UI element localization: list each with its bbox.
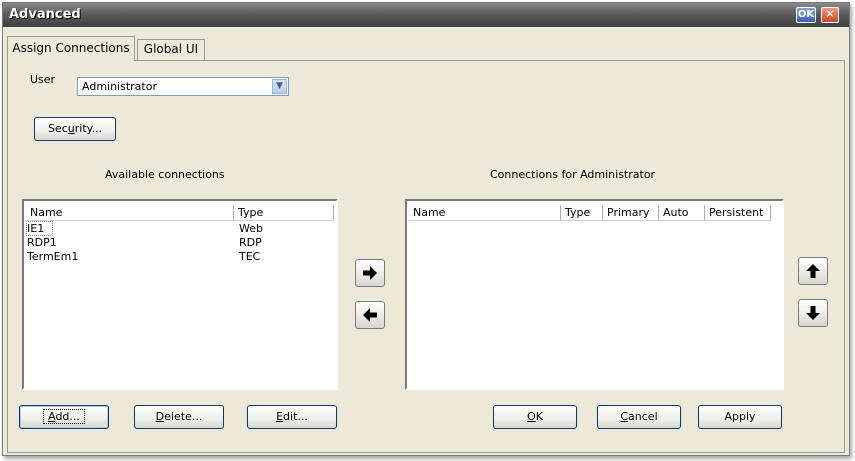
user-label: User — [30, 73, 56, 86]
column-header-primary[interactable]: Primary — [603, 205, 659, 221]
column-header-auto[interactable]: Auto — [659, 205, 705, 221]
advanced-dialog: Advanced OK ✕ Assign Connections Global … — [2, 2, 850, 456]
security-button-label-b: rity... — [74, 122, 103, 135]
list-item[interactable]: IE1 — [25, 221, 54, 236]
ok-mnemonic: O — [527, 410, 536, 423]
arrow-right-icon — [363, 266, 377, 280]
row-type: RDP — [239, 236, 262, 249]
cancel-button[interactable]: Cancel — [597, 405, 681, 429]
delete-rest: elete... — [164, 410, 203, 423]
move-up-button[interactable] — [798, 257, 828, 285]
assigned-connections-list[interactable]: Name Type Primary Auto Persistent — [405, 199, 784, 390]
window-title: Advanced — [9, 7, 81, 22]
ok-button[interactable]: OK — [493, 405, 577, 429]
tab-global-ui[interactable]: Global UI — [137, 39, 205, 60]
add-rest: dd... — [55, 410, 80, 423]
add-button-label: Add... — [43, 409, 85, 424]
move-down-button[interactable] — [798, 299, 828, 327]
title-bar[interactable]: Advanced OK ✕ — [3, 3, 849, 27]
row-type: Web — [239, 222, 263, 235]
title-ok-button[interactable]: OK — [796, 7, 816, 23]
cancel-mnemonic: C — [620, 410, 629, 423]
assigned-connections-title: Connections for Administrator — [490, 168, 656, 181]
column-header-persistent[interactable]: Persistent — [705, 205, 771, 221]
security-button[interactable]: Security... — [34, 117, 116, 141]
row-type: TEC — [239, 250, 261, 263]
security-button-mnemonic: u — [67, 122, 75, 135]
chevron-down-icon[interactable]: ▼ — [272, 79, 287, 94]
list-item[interactable]: RDP1 — [27, 236, 57, 249]
close-icon[interactable]: ✕ — [821, 7, 839, 23]
move-right-button[interactable] — [355, 259, 385, 287]
arrow-down-icon — [806, 306, 820, 320]
edit-mnemonic: E — [276, 410, 284, 423]
column-header-type[interactable]: Type — [561, 205, 603, 221]
row-name: IE1 — [25, 221, 54, 236]
user-select[interactable]: Administrator ▼ — [77, 77, 289, 96]
security-button-label-a: Sec — [47, 122, 68, 135]
edit-button[interactable]: Edit... — [247, 405, 337, 429]
arrow-up-icon — [806, 264, 820, 278]
tab-assign-connections[interactable]: Assign Connections — [7, 36, 135, 61]
ok-rest: K — [535, 410, 543, 423]
list-item[interactable]: TermEm1 — [27, 250, 78, 263]
available-connections-title: Available connections — [105, 168, 225, 181]
column-header-name[interactable]: Name — [409, 205, 561, 221]
column-header-type[interactable]: Type — [234, 205, 334, 221]
move-left-button[interactable] — [355, 301, 385, 329]
column-header-name[interactable]: Name — [26, 205, 234, 221]
apply-button[interactable]: Apply — [698, 405, 782, 429]
arrow-left-icon — [363, 308, 377, 322]
user-select-value: Administrator — [82, 80, 157, 93]
add-button[interactable]: Add... — [19, 405, 109, 429]
delete-button[interactable]: Delete... — [134, 405, 224, 429]
cancel-rest: ancel — [628, 410, 658, 423]
available-connections-list[interactable]: Name Type IE1 Web RDP1 RDP TermEm1 TEC — [22, 199, 338, 390]
delete-mnemonic: D — [155, 410, 165, 423]
edit-rest: dit... — [283, 410, 308, 423]
